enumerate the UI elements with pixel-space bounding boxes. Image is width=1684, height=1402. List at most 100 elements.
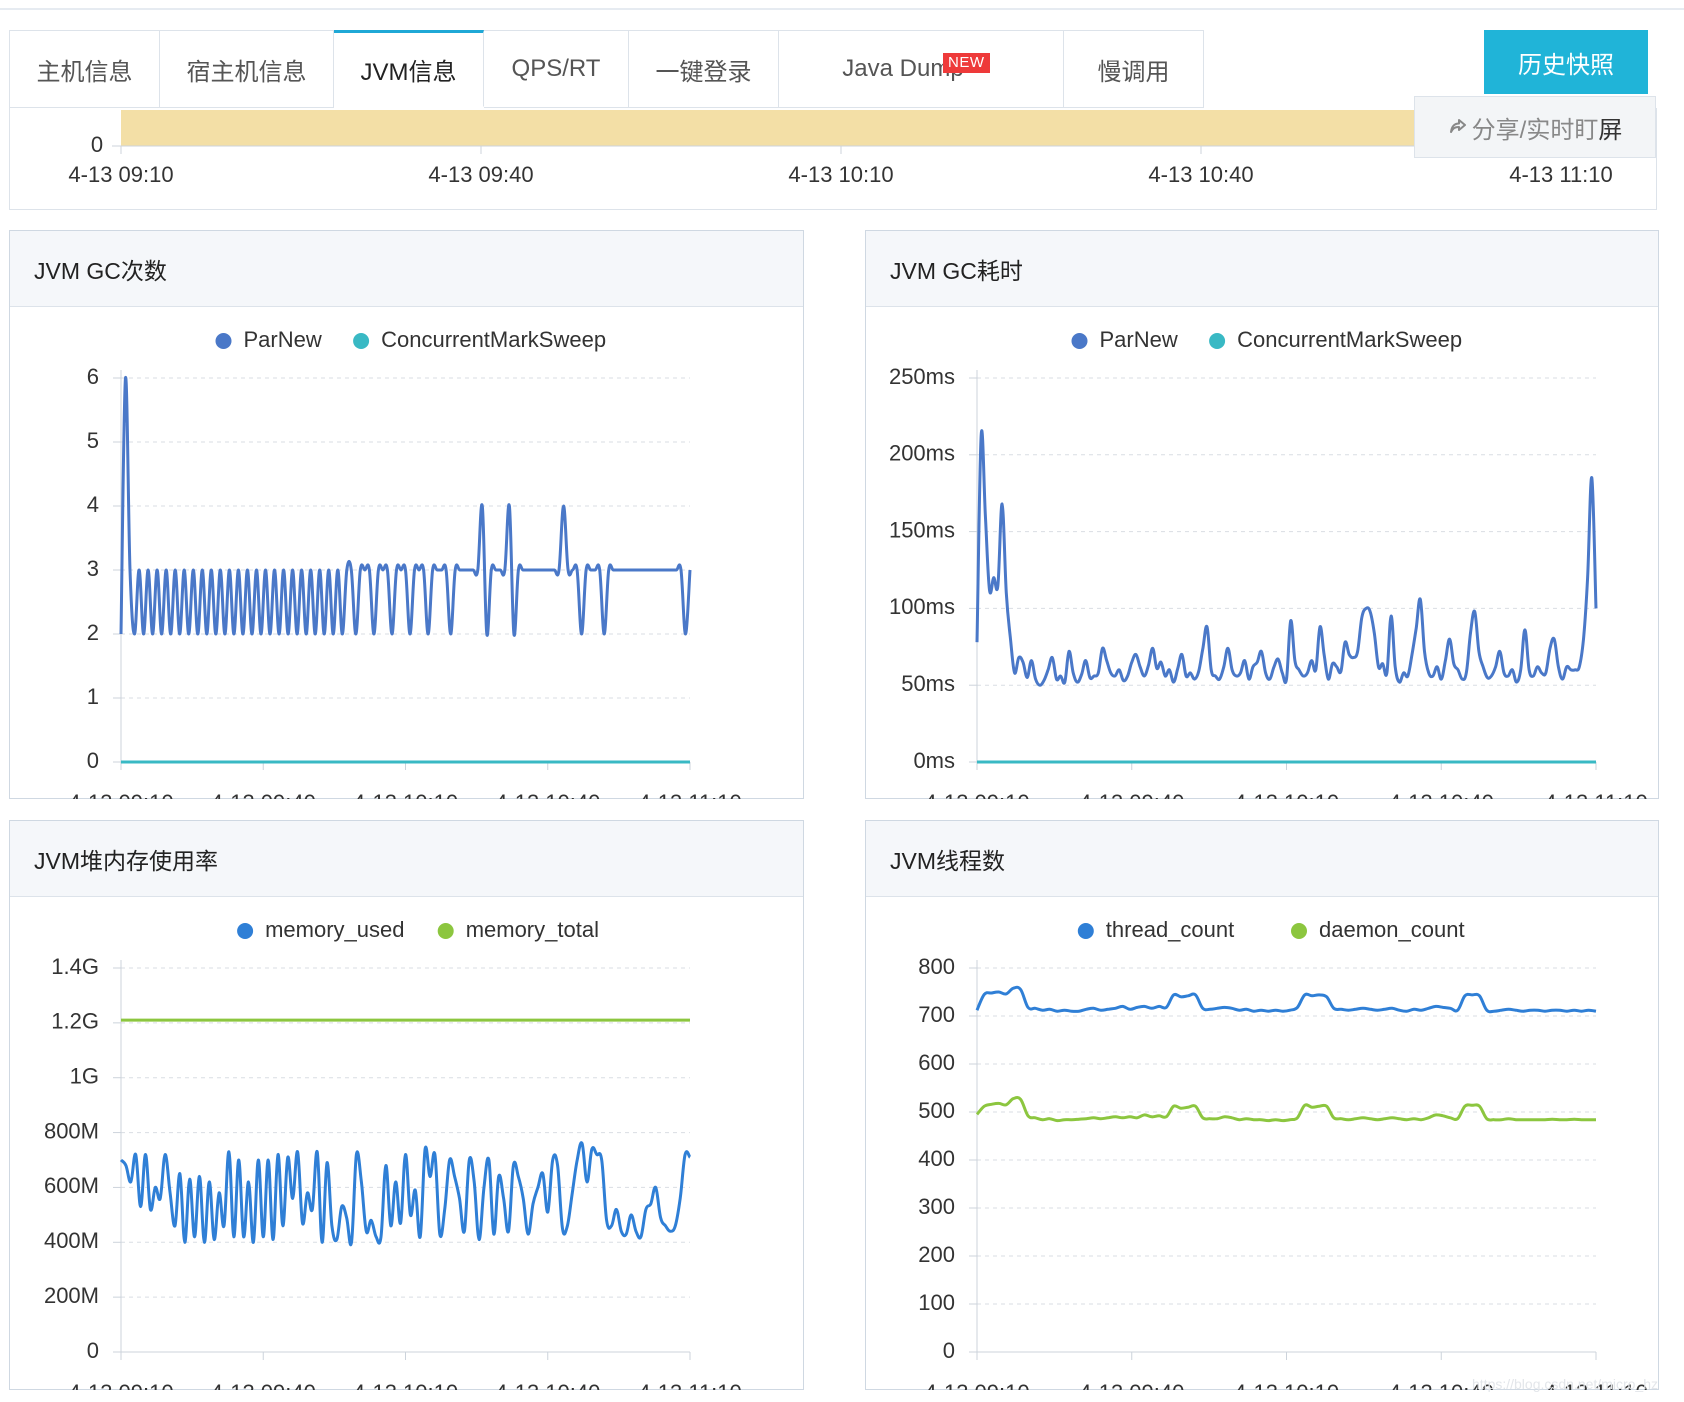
series-line-memory-used	[119, 1141, 692, 1247]
share-icon	[1449, 119, 1466, 133]
panel-title: JVM GC次数	[10, 231, 803, 307]
y-tick-label: 250ms	[889, 364, 955, 389]
legend-marker	[1291, 923, 1307, 939]
y-tick-label: 0	[943, 1338, 955, 1363]
y-tick-label: 5	[87, 428, 99, 453]
y-tick-label: 1	[87, 684, 99, 709]
series-line-daemon-count	[975, 1096, 1596, 1123]
y-tick-label: 100ms	[889, 594, 955, 619]
tab-one-click-login[interactable]: 一键登录	[629, 31, 779, 108]
timeline-strip[interactable]: 0 4-13 09:10 4-13 09:40 4-13 10:10 4-13 10:…	[9, 108, 1657, 210]
timeline-svg: 0 4-13 09:10 4-13 09:40 4-13 10:10 4-13 10:…	[68, 110, 1613, 187]
x-tick-label: 4-13 09:10	[924, 1380, 1029, 1390]
x-tick-label: 4-13 10:40	[495, 1380, 600, 1390]
legend-label: ConcurrentMarkSweep	[1237, 327, 1462, 352]
panel-gc-time: JVM GC耗时 0ms 50ms 100ms 150ms 200ms 250ms 4-13…	[865, 230, 1659, 799]
legend-marker	[237, 923, 254, 939]
x-tick-label: 4-13 09:10	[68, 790, 173, 799]
x-tick-label: 4-13 10:10	[353, 1380, 458, 1390]
y-tick-label: 1.2G	[51, 1009, 99, 1034]
legend-marker	[1209, 333, 1226, 349]
panel-title: JVM线程数	[866, 821, 1658, 897]
x-tick-label: 4-13 10:10	[353, 790, 458, 799]
y-tick-label: 1.4G	[51, 954, 99, 979]
y-tick-label: 500	[918, 1098, 955, 1123]
x-tick-label: 4-13 09:40	[211, 1380, 316, 1390]
tab-label: 宿主机信息	[186, 58, 307, 86]
series-line-parnew	[975, 429, 1598, 687]
history-snapshot-button[interactable]: 历史快照	[1484, 30, 1648, 94]
timeline-x-label: 4-13 09:10	[68, 162, 173, 187]
panel-title: JVM堆内存使用率	[10, 821, 803, 897]
new-badge: NEW	[943, 53, 990, 73]
x-tick-label: 4-13 11:10	[638, 1380, 742, 1390]
timeline-x-label: 4-13 10:40	[1148, 162, 1253, 187]
y-tick-label: 800M	[44, 1118, 99, 1143]
y-tick-label: 0	[87, 1338, 99, 1363]
y-tick-label: 4	[87, 492, 99, 517]
x-tick-label: 4-13 10:40	[495, 790, 600, 799]
y-tick-label: 800	[918, 954, 955, 979]
share-live-label: 分享/实时盯	[1471, 116, 1599, 144]
x-tick-label: 4-13 11:10	[638, 790, 742, 799]
share-live-button[interactable]: 分享/实时盯屏	[1414, 96, 1656, 158]
legend-label: memory_total	[466, 917, 599, 942]
legend-label: ParNew	[1100, 327, 1178, 352]
tab-host-machine-info[interactable]: 宿主机信息	[160, 31, 334, 108]
panel-heap-usage: JVM堆内存使用率 0 200M 400M 600M 800M 1G 1.2G 1.4G 4-1…	[9, 820, 804, 1390]
tab-label: QPS/RT	[511, 55, 601, 82]
tab-slow-calls[interactable]: 慢调用	[1064, 31, 1204, 108]
x-tick-label: 4-13 10:40	[1389, 790, 1494, 799]
tab-label: 慢调用	[1097, 58, 1170, 86]
legend-label: daemon_count	[1319, 917, 1465, 942]
y-tick-label: 200M	[44, 1283, 99, 1308]
history-snapshot-label: 历史快照	[1518, 51, 1614, 79]
legend-marker	[1071, 333, 1088, 349]
top-divider	[0, 0, 1684, 10]
tab-bar: 主机信息 宿主机信息 JVM信息 QPS/RT 一键登录 Java Dump N…	[9, 30, 1204, 109]
timeline-x-label: 4-13 11:10	[1509, 162, 1613, 187]
tab-label: 一键登录	[655, 58, 752, 86]
y-tick-label: 0ms	[913, 748, 955, 773]
tab-host-info[interactable]: 主机信息	[10, 31, 160, 108]
tab-java-dump[interactable]: Java Dump NEW	[779, 31, 1064, 108]
y-tick-label: 100	[918, 1290, 955, 1315]
legend-label: ParNew	[244, 327, 322, 352]
timeline-x-label: 4-13 10:10	[788, 162, 893, 187]
x-tick-label: 4-13 11:10	[1544, 790, 1648, 799]
x-tick-label: 4-13 09:10	[68, 1380, 173, 1390]
y-tick-label: 400M	[44, 1228, 99, 1253]
legend-label: memory_used	[265, 917, 404, 942]
chart-gc-time: 0ms 50ms 100ms 150ms 200ms 250ms 4-13 09:10 4-1…	[889, 327, 1648, 799]
x-tick-label: 4-13 10:10	[1234, 1380, 1339, 1390]
y-tick-label: 150ms	[889, 517, 955, 542]
legend-marker	[353, 333, 370, 349]
y-tick-label: 200ms	[889, 441, 955, 466]
legend-marker	[1077, 923, 1094, 939]
y-tick-label: 200	[918, 1242, 955, 1267]
legend-marker	[215, 333, 232, 349]
tab-qps-rt[interactable]: QPS/RT	[484, 31, 629, 108]
y-tick-label: 0	[87, 748, 99, 773]
x-tick-label: 4-13 09:40	[211, 790, 316, 799]
y-tick-label: 600M	[44, 1173, 99, 1198]
y-tick-label: 400	[918, 1146, 955, 1171]
timeline-y-tick: 0	[91, 132, 103, 157]
x-tick-label: 4-13 10:10	[1234, 790, 1339, 799]
panel-title: JVM GC耗时	[866, 231, 1658, 307]
y-tick-label: 600	[918, 1050, 955, 1075]
x-tick-label: 4-13 09:40	[1079, 1380, 1184, 1390]
series-line-thread-count	[975, 985, 1597, 1014]
y-tick-label: 6	[87, 364, 99, 389]
y-tick-label: 1G	[70, 1064, 99, 1089]
x-tick-label: 4-13 09:10	[924, 790, 1029, 799]
chart-heap-usage: 0 200M 400M 600M 800M 1G 1.2G 1.4G 4-13 09:10 4-1…	[44, 917, 742, 1390]
tab-jvm-info[interactable]: JVM信息	[334, 30, 484, 107]
tab-label: 主机信息	[36, 58, 133, 86]
share-live-label-tail: 屏	[1598, 116, 1623, 144]
watermark: https://blog.csdn.net/micro_hz	[1472, 1376, 1658, 1392]
timeline-x-label: 4-13 09:40	[428, 162, 533, 187]
panel-gc-count: JVM GC次数 0 1 2 3 4 5 6 4-13 09:10 4-13 09:40 4-13…	[9, 230, 804, 799]
x-tick-label: 4-13 09:40	[1079, 790, 1184, 799]
legend-label: thread_count	[1106, 917, 1234, 942]
